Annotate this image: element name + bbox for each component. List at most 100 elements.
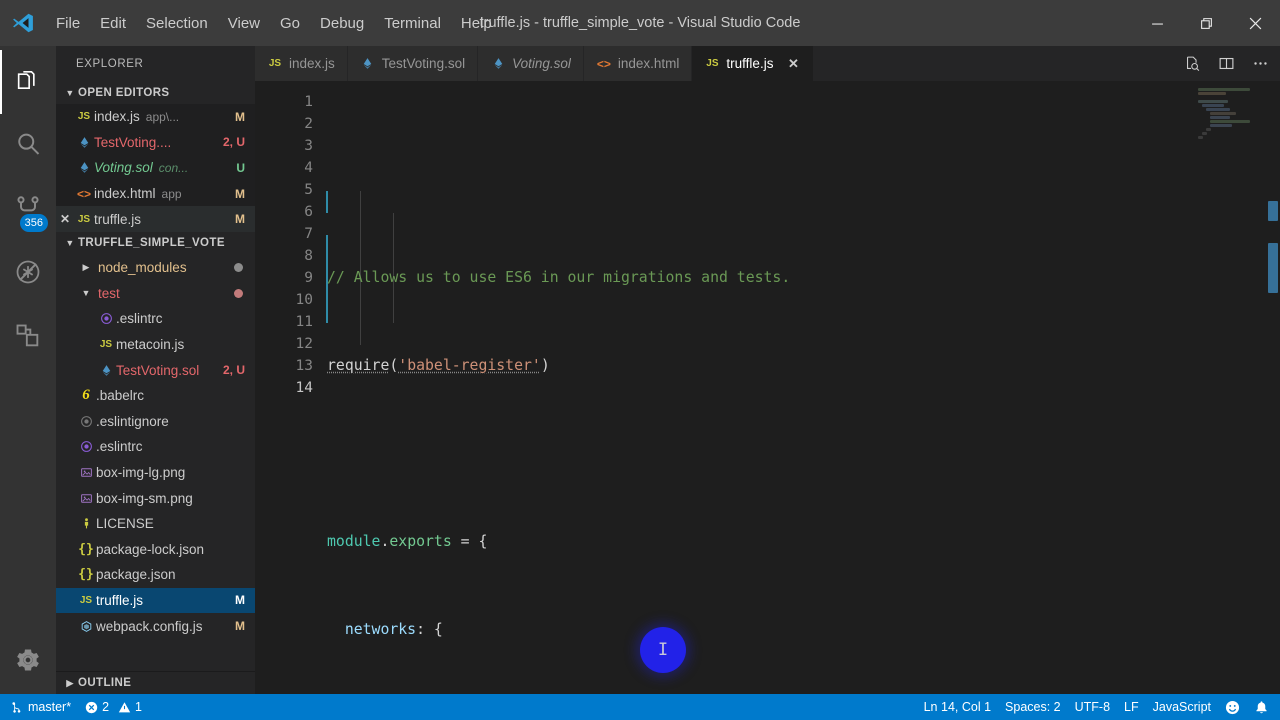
tree-item-label: TestVoting.sol — [116, 362, 200, 378]
status-encoding[interactable]: UTF-8 — [1068, 694, 1117, 720]
tree-item-metacoin-js[interactable]: JS metacoin.js — [56, 332, 255, 358]
section-project-label: TRUFFLE_SIMPLE_VOTE — [78, 237, 225, 250]
window-controls — [1133, 0, 1280, 46]
open-editor-truffle-js[interactable]: ✕ JS truffle.js M — [56, 206, 255, 232]
activitybar-item-extensions[interactable] — [0, 306, 56, 370]
js-icon: JS — [99, 339, 113, 351]
code-editor[interactable]: 1 2 3 4 5 6 7 8 9 10 11 12 13 14 // Allo… — [255, 81, 1280, 694]
line-number: 9 — [304, 270, 313, 286]
menu-terminal[interactable]: Terminal — [374, 0, 451, 46]
indent-guide-active — [326, 191, 328, 213]
sidebar-title: EXPLORER — [76, 57, 144, 70]
tree-item-eslintignore[interactable]: .eslintignore — [56, 409, 255, 435]
js-icon: JS — [706, 58, 719, 69]
sidebar-explorer: EXPLORER ▼ OPEN EDITORS JS index.js app\… — [56, 46, 255, 694]
tab-label: index.js — [289, 56, 335, 71]
tree-item-badge: M — [235, 619, 245, 634]
tree-item-package-json[interactable]: {} package.json — [56, 562, 255, 588]
menu-edit[interactable]: Edit — [90, 0, 136, 46]
tree-item-label: truffle.js — [96, 592, 144, 608]
extensions-icon — [14, 322, 42, 355]
activity-bar: 356 — [0, 46, 56, 694]
tree-item-node_modules[interactable]: ▶ node_modules — [56, 255, 255, 281]
tree-item-package-lock-json[interactable]: {} package-lock.json — [56, 537, 255, 563]
code-content[interactable]: // Allows us to use ES6 in our migration… — [313, 81, 1194, 694]
open-editor-label: Voting.sol — [94, 160, 153, 176]
status-language-mode[interactable]: JavaScript — [1146, 694, 1218, 720]
bell-icon — [1254, 700, 1269, 715]
tree-item-box-img-sm-png[interactable]: box-img-sm.png — [56, 485, 255, 511]
menu-view[interactable]: View — [218, 0, 270, 46]
split-editor-icon[interactable] — [1216, 54, 1236, 74]
minimize-icon[interactable] — [1133, 0, 1182, 46]
tree-item-testvoting-sol[interactable]: TestVoting.sol 2, U — [56, 357, 255, 383]
json-icon: {} — [78, 541, 94, 557]
gear-icon — [14, 646, 42, 679]
overview-ruler[interactable] — [1266, 81, 1280, 694]
tree-item-truffle-js[interactable]: JS truffle.js M — [56, 587, 255, 614]
status-cursor-position[interactable]: Ln 14, Col 1 — [917, 694, 998, 720]
solidity-icon — [488, 57, 508, 70]
restore-icon[interactable] — [1182, 0, 1231, 46]
activitybar-item-debug[interactable] — [0, 242, 56, 306]
tab-close-icon[interactable]: ✕ — [785, 56, 801, 72]
source-control-badge: 356 — [19, 214, 48, 232]
tab-index-html[interactable]: <> index.html — [583, 46, 693, 81]
tree-item-eslintrc-test[interactable]: .eslintrc — [56, 306, 255, 332]
tree-item-label: package-lock.json — [96, 541, 205, 557]
menu-debug[interactable]: Debug — [310, 0, 374, 46]
activitybar-item-explorer[interactable] — [0, 50, 56, 114]
section-open-editors-header[interactable]: ▼ OPEN EDITORS — [56, 81, 255, 104]
menu-selection[interactable]: Selection — [136, 0, 218, 46]
status-problems[interactable]: 2 1 — [78, 694, 149, 720]
status-branch[interactable]: master* — [4, 694, 78, 720]
status-indentation[interactable]: Spaces: 2 — [998, 694, 1068, 720]
activitybar-item-source-control[interactable]: 356 — [0, 178, 56, 242]
open-changes-icon[interactable] — [1182, 54, 1202, 74]
open-editor-label: index.html — [94, 186, 156, 202]
tree-item-label: .eslintrc — [116, 311, 163, 327]
menu-help[interactable]: Help — [451, 0, 502, 46]
code-line-2: require('babel-register') — [313, 355, 1194, 377]
section-project-header[interactable]: ▼ TRUFFLE_SIMPLE_VOTE — [56, 231, 255, 255]
tab-truffle-js[interactable]: JS truffle.js ✕ — [692, 46, 815, 81]
status-notifications[interactable] — [1247, 694, 1276, 720]
open-editor-index-js[interactable]: JS index.js app\... M — [56, 104, 255, 130]
activitybar-item-search[interactable] — [0, 114, 56, 178]
minimap[interactable] — [1194, 81, 1266, 694]
tab-index-js[interactable]: JS index.js — [255, 46, 348, 81]
tree-item-license[interactable]: LICENSE — [56, 511, 255, 537]
section-outline-header[interactable]: ▶ OUTLINE — [56, 671, 255, 694]
git-status-dot — [234, 288, 243, 298]
overview-ruler-mark — [1268, 201, 1278, 221]
status-feedback[interactable] — [1218, 694, 1247, 720]
open-editor-index-html[interactable]: <> index.html app M — [56, 181, 255, 207]
webpack-icon — [76, 620, 96, 633]
tree-item-webpack-config-js[interactable]: webpack.config.js M — [56, 613, 255, 639]
tree-item-box-img-lg-png[interactable]: box-img-lg.png — [56, 460, 255, 486]
tree-item-babelrc[interactable]: 6 .babelrc — [56, 383, 255, 409]
activitybar-item-settings[interactable] — [0, 630, 56, 694]
open-editor-badge: M — [235, 186, 245, 201]
code-token: ) — [540, 357, 550, 374]
open-editor-voting-sol[interactable]: Voting.sol con... U — [56, 155, 255, 181]
tree-item-label: package.json — [96, 567, 176, 583]
menu-bar: File Edit Selection View Go Debug Termin… — [46, 0, 502, 46]
open-editor-close-icon[interactable]: ✕ — [56, 212, 74, 226]
json-icon: {} — [78, 567, 94, 583]
code-token-object: module — [327, 533, 381, 550]
status-warning-count: 1 — [135, 700, 142, 714]
tab-testvoting-sol[interactable]: TestVoting.sol — [347, 46, 479, 81]
tab-voting-sol[interactable]: Voting.sol — [478, 46, 584, 81]
close-icon[interactable] — [1231, 0, 1280, 46]
tab-label: Voting.sol — [512, 56, 571, 71]
open-editor-testvoting-sol[interactable]: TestVoting.... 2, U — [56, 130, 255, 156]
code-line-4: module.exports = { — [313, 531, 1194, 553]
more-actions-icon[interactable] — [1250, 54, 1270, 74]
status-eol[interactable]: LF — [1117, 694, 1146, 720]
open-editor-badge: M — [235, 109, 245, 124]
tree-item-eslintrc-root[interactable]: .eslintrc — [56, 434, 255, 460]
menu-file[interactable]: File — [46, 0, 90, 46]
menu-go[interactable]: Go — [270, 0, 310, 46]
tree-item-test[interactable]: ▼ test — [56, 281, 255, 307]
